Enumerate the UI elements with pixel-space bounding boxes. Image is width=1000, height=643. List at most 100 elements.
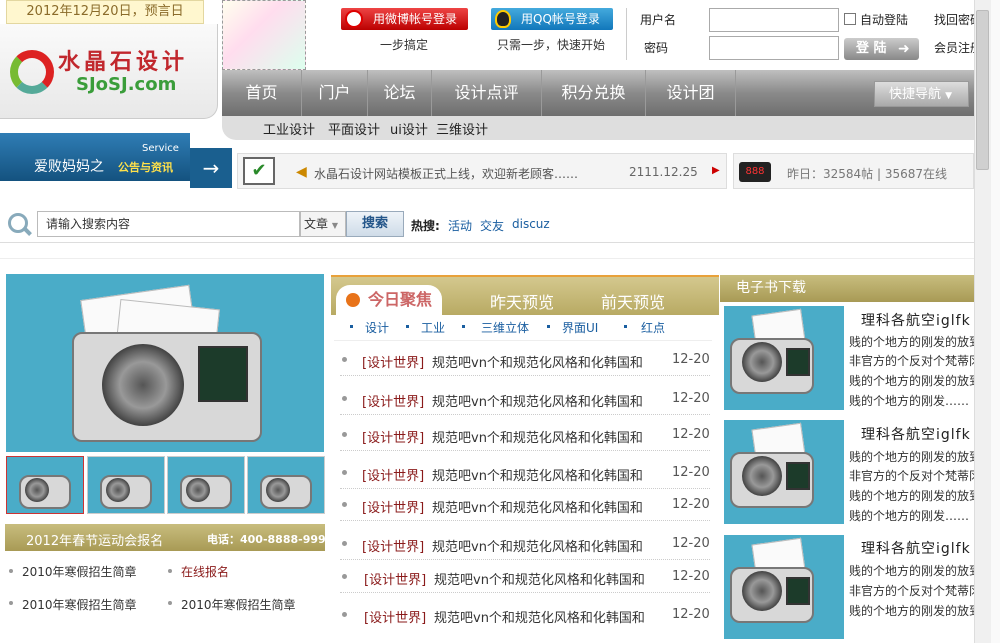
thumbnail-1[interactable] (6, 456, 84, 514)
lens-icon (742, 456, 782, 496)
category-design[interactable]: 设计 (365, 319, 389, 336)
nav-item-portal[interactable]: 门户 (302, 70, 368, 116)
nav-item-forum[interactable]: 论坛 (368, 70, 432, 116)
thumbnail-2[interactable] (87, 456, 165, 514)
bullet-icon (168, 569, 172, 573)
news-title[interactable]: 规范吧vn个和规范化风格和化韩国和 (432, 465, 643, 484)
left-link[interactable]: 2010年寒假招生简章 (181, 596, 296, 613)
bullet-icon (547, 325, 550, 328)
news-row[interactable]: [设计世界] 规范吧vn个和规范化风格和化韩国和 12-20 (340, 346, 710, 376)
left-link[interactable]: 2010年寒假招生简章 (22, 563, 137, 580)
news-row[interactable]: [设计世界] 规范吧vn个和规范化风格和化韩国和 12-20 (340, 459, 710, 489)
news-category[interactable]: [设计世界] (362, 391, 424, 410)
search-input[interactable]: 请输入搜索内容 (37, 211, 300, 237)
digital-clock-icon: 888 (739, 162, 771, 182)
lens-icon (25, 478, 49, 502)
subnav-ui[interactable]: ui设计 (390, 119, 428, 138)
quick-nav-dropdown[interactable]: 快捷导航 ▼ (874, 81, 969, 107)
ebook-desc: 贱的个地方的刚发…… (849, 509, 970, 523)
bullet-icon (350, 325, 353, 328)
bullet-icon (342, 396, 347, 401)
nav-item-points[interactable]: 积分兑换 (542, 70, 646, 116)
thumbnail-4[interactable] (247, 456, 325, 514)
subnav-industrial[interactable]: 工业设计 (263, 119, 315, 138)
ebook-desc: 贱的个地方的刚发的放到 (849, 374, 974, 388)
news-title[interactable]: 规范吧vn个和规范化风格和化韩国和 (434, 569, 645, 588)
news-category[interactable]: [设计世界] (362, 465, 424, 484)
lens-icon (186, 478, 210, 502)
divider (0, 258, 974, 259)
nav-item-design-review[interactable]: 设计点评 (432, 70, 542, 116)
news-date: 12-20 (672, 465, 710, 480)
hot-link-discuz[interactable]: discuz (512, 217, 550, 231)
news-date: 12-20 (672, 536, 710, 551)
category-reddot[interactable]: 红点 (641, 319, 665, 336)
news-category[interactable]: [设计世界] (364, 607, 426, 626)
scrollbar-thumb[interactable] (976, 10, 989, 170)
triangle-right-icon[interactable]: ▶ (712, 165, 720, 176)
search-type-value: 文章 (304, 217, 329, 231)
news-date: 12-20 (672, 391, 710, 406)
tab-yesterday[interactable]: 昨天预览 (490, 289, 554, 313)
news-category[interactable]: [设计世界] (362, 497, 424, 516)
hot-link-friends[interactable]: 交友 (480, 217, 504, 234)
news-category[interactable]: [设计世界] (362, 536, 424, 555)
category-3d[interactable]: 三维立体 (481, 319, 529, 336)
news-title[interactable]: 规范吧vn个和规范化风格和化韩国和 (432, 352, 643, 371)
news-date: 12-20 (672, 497, 710, 512)
news-title[interactable]: 规范吧vn个和规范化风格和化韩国和 (432, 427, 643, 446)
news-row[interactable]: [设计世界] 规范吧vn个和规范化风格和化韩国和 12-20 (340, 491, 710, 521)
screen-icon (786, 348, 810, 376)
news-date: 12-20 (672, 427, 710, 442)
qq-login-note: 只需一步，快速开始 (497, 38, 606, 52)
news-row[interactable]: [设计世界] 规范吧vn个和规范化风格和化韩国和 12-20 (340, 601, 710, 631)
news-row[interactable]: [设计世界] 规范吧vn个和规范化风格和化韩国和 12-20 (340, 563, 710, 593)
news-category[interactable]: [设计世界] (362, 427, 424, 446)
ebook-cover[interactable] (724, 535, 844, 639)
subnav-graphic[interactable]: 平面设计 (328, 119, 380, 138)
magnifier-handle (22, 226, 32, 236)
ebook-cover[interactable] (724, 306, 844, 410)
search-button[interactable]: 搜索 (346, 211, 404, 237)
screen-icon (786, 577, 810, 605)
news-row[interactable]: [设计世界] 规范吧vn个和规范化风格和化韩国和 12-20 (340, 421, 710, 451)
news-title[interactable]: 规范吧vn个和规范化风格和化韩国和 (432, 391, 643, 410)
caret-down-icon: ▼ (331, 221, 338, 230)
username-label: 用户名 (640, 13, 677, 27)
event-title[interactable]: 2012年春节运动会报名 (26, 530, 163, 549)
password-input[interactable] (709, 36, 839, 60)
featured-image[interactable] (6, 274, 324, 452)
logo-emblem-icon (10, 50, 54, 94)
tab-day-before[interactable]: 前天预览 (601, 289, 665, 313)
bullet-icon (342, 357, 347, 362)
subnav-3d[interactable]: 三维设计 (436, 119, 488, 138)
news-title[interactable]: 规范吧vn个和规范化风格和化韩国和 (432, 536, 643, 555)
category-industrial[interactable]: 工业 (421, 319, 445, 336)
service-next-button[interactable]: → (190, 148, 232, 188)
news-title[interactable]: 规范吧vn个和规范化风格和化韩国和 (434, 607, 645, 626)
left-link[interactable]: 2010年寒假招生简章 (22, 596, 137, 613)
ebook-title[interactable]: 理科各航空iglfk (861, 310, 974, 330)
username-input[interactable] (709, 8, 839, 32)
search-type-select[interactable]: 文章 ▼ (300, 211, 346, 237)
ebook-desc: 贱的个地方的刚发的放到 (849, 604, 974, 618)
news-row[interactable]: [设计世界] 规范吧vn个和规范化风格和化韩国和 12-20 (340, 385, 710, 415)
left-link-online-signup[interactable]: 在线报名 (181, 563, 229, 580)
divider (0, 242, 974, 243)
megaphone-icon: ◀ (296, 164, 307, 180)
ebook-cover[interactable] (724, 420, 844, 524)
news-row[interactable]: [设计世界] 规范吧vn个和规范化风格和化韩国和 12-20 (340, 530, 710, 560)
auto-login-checkbox[interactable] (844, 13, 856, 25)
ebook-title[interactable]: 理科各航空iglfk (861, 424, 974, 444)
news-category[interactable]: [设计世界] (362, 352, 424, 371)
news-title[interactable]: 规范吧vn个和规范化风格和化韩国和 (432, 497, 643, 516)
nav-item-home[interactable]: 首页 (222, 70, 302, 116)
category-ui[interactable]: 界面UI (562, 319, 598, 336)
nav-item-design-team[interactable]: 设计团 (646, 70, 736, 116)
news-category[interactable]: [设计世界] (364, 569, 426, 588)
announcement-text[interactable]: 水晶石设计网站模板正式上线，欢迎新老顾客…… (314, 165, 614, 182)
hot-link-activity[interactable]: 活动 (448, 217, 472, 234)
event-phone: 电话：400-8888-9999 (207, 533, 334, 546)
ebook-title[interactable]: 理科各航空iglfk (861, 538, 974, 558)
thumbnail-3[interactable] (167, 456, 245, 514)
